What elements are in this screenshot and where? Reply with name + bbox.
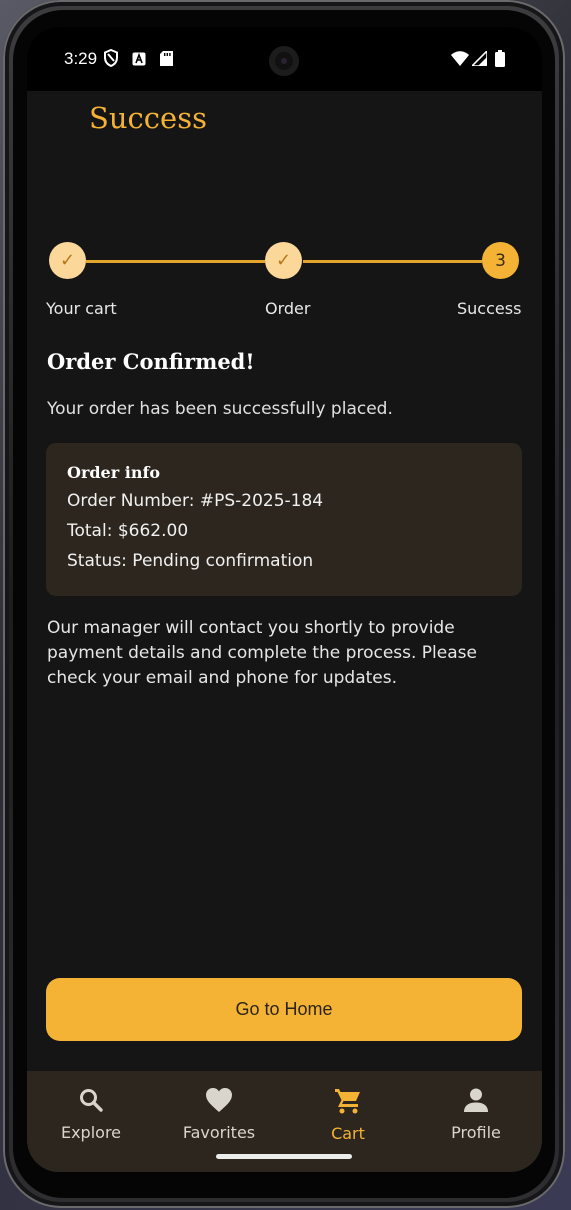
checkout-stepper: ✓ ✓ 3 Your cart Order Success xyxy=(27,242,542,342)
confirmation-title: Order Confirmed! xyxy=(47,349,255,374)
confirmation-subtitle: Your order has been successfully placed. xyxy=(47,399,393,419)
step-label-success: Success xyxy=(457,299,522,318)
nav-label-cart: Cart xyxy=(331,1124,365,1143)
order-number: Order Number: #PS-2025-184 xyxy=(67,491,324,511)
battery-icon xyxy=(495,50,505,71)
nav-label-favorites: Favorites xyxy=(182,1123,256,1142)
front-camera xyxy=(269,46,299,76)
nav-item-explore[interactable]: Explore xyxy=(27,1071,155,1151)
step-1-check-icon: ✓ xyxy=(49,242,86,279)
nav-item-favorites[interactable]: Favorites xyxy=(155,1071,283,1151)
wifi-icon xyxy=(451,51,469,70)
order-info-title: Order info xyxy=(67,463,160,482)
nav-label-profile: Profile xyxy=(451,1123,501,1142)
cart-icon xyxy=(334,1087,362,1118)
step-connector-1 xyxy=(86,260,265,263)
shield-icon xyxy=(103,48,119,71)
order-status: Status: Pending confirmation xyxy=(67,551,314,571)
search-icon xyxy=(78,1087,104,1117)
step-connector-2 xyxy=(303,260,482,263)
nav-label-explore: Explore xyxy=(60,1123,122,1142)
step-label-your-cart: Your cart xyxy=(46,299,117,318)
person-icon xyxy=(463,1087,489,1117)
page-title: Success xyxy=(89,101,207,135)
order-total: Total: $662.00 xyxy=(67,521,189,541)
go-to-home-button[interactable]: Go to Home xyxy=(46,978,522,1041)
app-screen: 3:29 Success ✓ ✓ 3 Your cart Order Succe… xyxy=(27,27,542,1172)
order-info-card: Order info Order Number: #PS-2025-184 To… xyxy=(46,443,522,596)
nav-item-profile[interactable]: Profile xyxy=(412,1071,540,1151)
heart-icon xyxy=(205,1087,233,1117)
gesture-home-indicator[interactable] xyxy=(216,1154,352,1159)
signal-icon xyxy=(470,49,488,70)
step-label-order: Order xyxy=(265,299,311,318)
step-3-number: 3 xyxy=(482,242,519,279)
status-time: 3:29 xyxy=(64,49,98,68)
step-2-check-icon: ✓ xyxy=(265,242,302,279)
a-icon xyxy=(132,51,146,70)
status-bar: 3:29 xyxy=(27,27,542,91)
manager-contact-notice: Our manager will contact you shortly to … xyxy=(47,618,477,688)
nav-item-cart[interactable]: Cart xyxy=(284,1071,412,1151)
sd-card-icon xyxy=(160,51,173,70)
